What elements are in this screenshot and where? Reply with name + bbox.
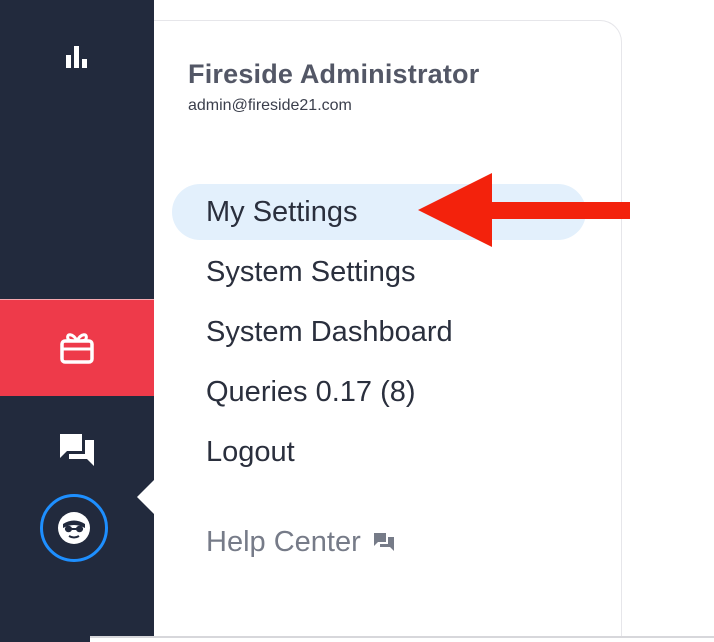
user-email: admin@fireside21.com bbox=[188, 97, 352, 114]
chat-icon bbox=[373, 533, 394, 551]
menu-item-system-dashboard[interactable]: System Dashboard bbox=[172, 304, 586, 360]
menu-item-queries[interactable]: Queries 0.17 (8) bbox=[172, 364, 586, 420]
menu-item-my-settings[interactable]: My Settings bbox=[172, 184, 586, 240]
menu-item-logout[interactable]: Logout bbox=[172, 424, 586, 480]
user-avatar-button[interactable] bbox=[40, 494, 108, 562]
avatar-icon bbox=[58, 512, 90, 544]
chat-icon[interactable] bbox=[0, 430, 154, 470]
help-center-label: Help Center bbox=[206, 525, 361, 558]
bottom-border bbox=[0, 636, 714, 642]
sidebar bbox=[0, 0, 154, 638]
gift-icon[interactable] bbox=[0, 330, 154, 366]
menu-pointer bbox=[137, 479, 155, 515]
help-center-link[interactable]: Help Center bbox=[206, 517, 395, 567]
menu-item-system-settings[interactable]: System Settings bbox=[172, 244, 586, 300]
bar-chart-icon[interactable] bbox=[0, 38, 154, 74]
user-dropdown-menu: Fireside Administrator admin@fireside21.… bbox=[154, 20, 622, 638]
user-name: Fireside Administrator bbox=[188, 59, 480, 89]
